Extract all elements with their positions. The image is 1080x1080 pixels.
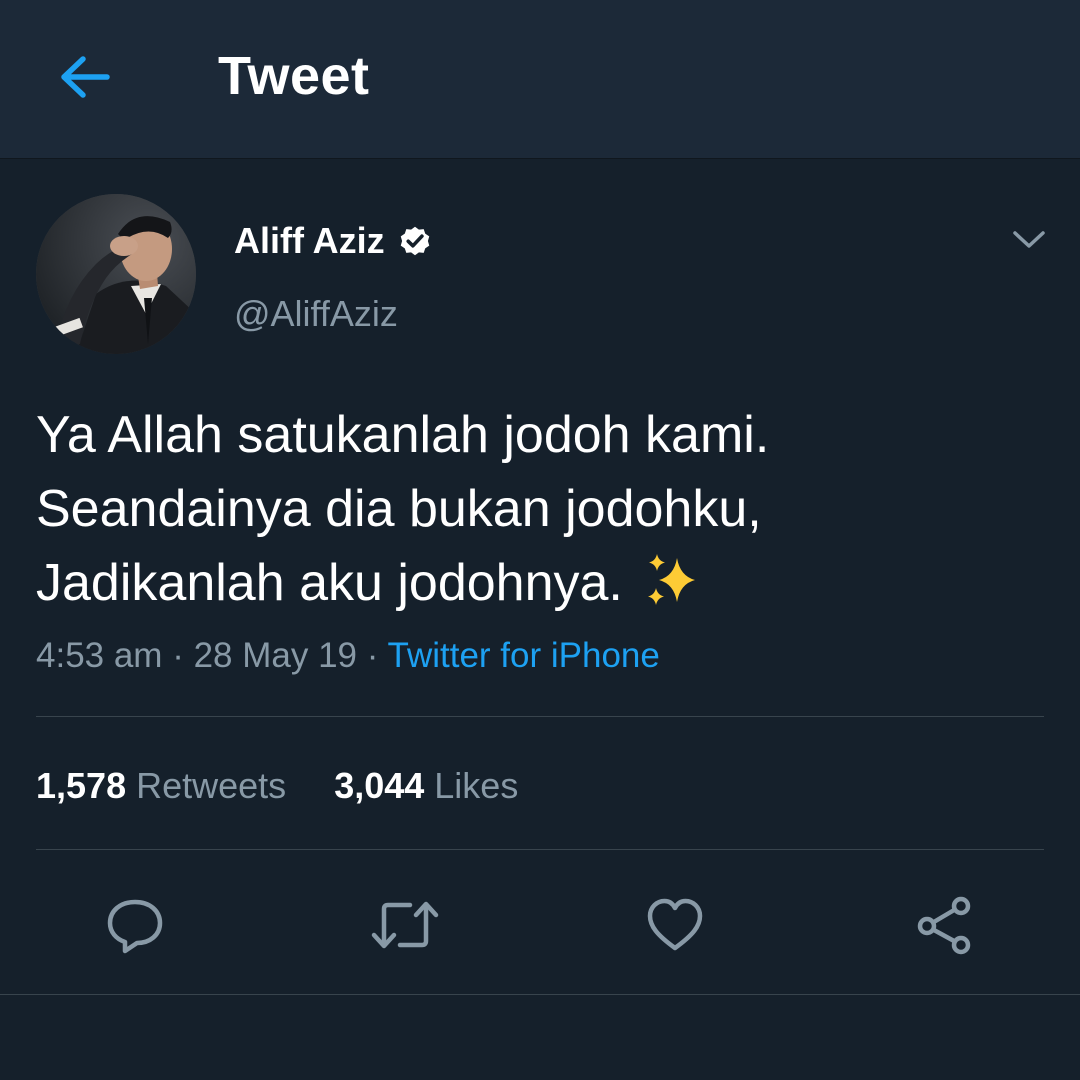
retweet-icon [371,901,439,949]
meta-separator: · [366,636,379,675]
tweet-text-line: Jadikanlah aku jodohnya. [36,546,1036,620]
author-handle[interactable]: @AliffAziz [234,291,398,337]
likes-stat[interactable]: 3,044 Likes [334,762,518,810]
page-title: Tweet [218,46,370,106]
divider [0,994,1080,995]
tweet-time: 4:53 am [36,636,163,675]
avatar-image [36,194,196,354]
likes-count: 3,044 [334,765,425,806]
tweet-meta: 4:53 am · 28 May 19 · Twitter for iPhone [36,632,660,680]
top-bar: Tweet [0,0,1080,159]
author-display-name: Aliff Aziz [234,220,385,261]
author-name[interactable]: Aliff Aziz [234,218,433,264]
reply-button[interactable] [100,890,170,960]
tweet-text-line: Seandainya dia bukan jodohku, [36,480,762,538]
reply-icon [107,899,163,954]
tweet-source-link[interactable]: Twitter for iPhone [388,636,660,675]
share-icon [917,896,971,955]
tweet-text: Ya Allah satukanlah jodoh kami. Seandain… [36,398,1036,620]
sparkles-icon [647,554,695,606]
avatar[interactable] [36,194,196,354]
tweet-options-button[interactable] [1004,220,1054,260]
like-button[interactable] [640,890,710,960]
likes-label: Likes [434,765,519,806]
divider [36,716,1044,717]
chevron-down-icon [1013,231,1045,248]
retweets-label: Retweets [136,765,287,806]
divider [36,849,1044,850]
verified-badge-icon [400,226,429,256]
tweet-stats: 1,578 Retweets 3,044 Likes [36,762,518,810]
back-button[interactable] [56,48,114,106]
tweet-date: 28 May 19 [193,636,358,675]
retweets-count: 1,578 [36,765,127,806]
tweet-text-segment: Jadikanlah aku jodohnya. [36,554,623,612]
share-button[interactable] [910,890,980,960]
meta-separator: · [172,636,184,675]
like-icon [647,898,703,951]
arrow-left-icon [61,56,110,98]
retweets-stat[interactable]: 1,578 Retweets [36,762,286,810]
tweet-text-line: Ya Allah satukanlah jodoh kami. [36,406,770,464]
retweet-button[interactable] [370,890,440,960]
